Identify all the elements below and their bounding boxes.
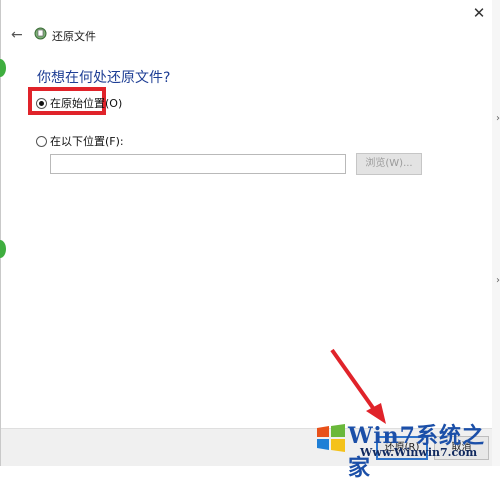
location-path-input[interactable]	[50, 154, 346, 174]
background-window-edge	[492, 0, 500, 466]
watermark-url: Www.Winwin7.com	[360, 446, 478, 459]
restore-files-dialog: ✕ ← 还原文件 你想在何处还原文件? 在原始位置(O) 在以下位置(F): 浏…	[0, 0, 500, 466]
chevron-right-icon: ›	[496, 275, 500, 286]
radio-original-location[interactable]	[36, 97, 47, 109]
option-following-label: 在以下位置(F):	[50, 135, 124, 148]
file-history-icon	[34, 27, 47, 40]
browse-button[interactable]: 浏览(W)...	[356, 153, 422, 175]
radio-following-location[interactable]	[36, 135, 47, 147]
option-original-location[interactable]: 在原始位置(O)	[36, 95, 122, 111]
back-arrow-icon[interactable]: ←	[11, 27, 27, 43]
option-following-location[interactable]: 在以下位置(F):	[36, 133, 124, 149]
option-original-label: 在原始位置(O)	[50, 97, 123, 110]
chevron-right-icon: ›	[496, 113, 500, 124]
close-button[interactable]: ✕	[468, 2, 490, 24]
window-title: 还原文件	[52, 30, 96, 43]
page-heading: 你想在何处还原文件?	[37, 70, 171, 86]
